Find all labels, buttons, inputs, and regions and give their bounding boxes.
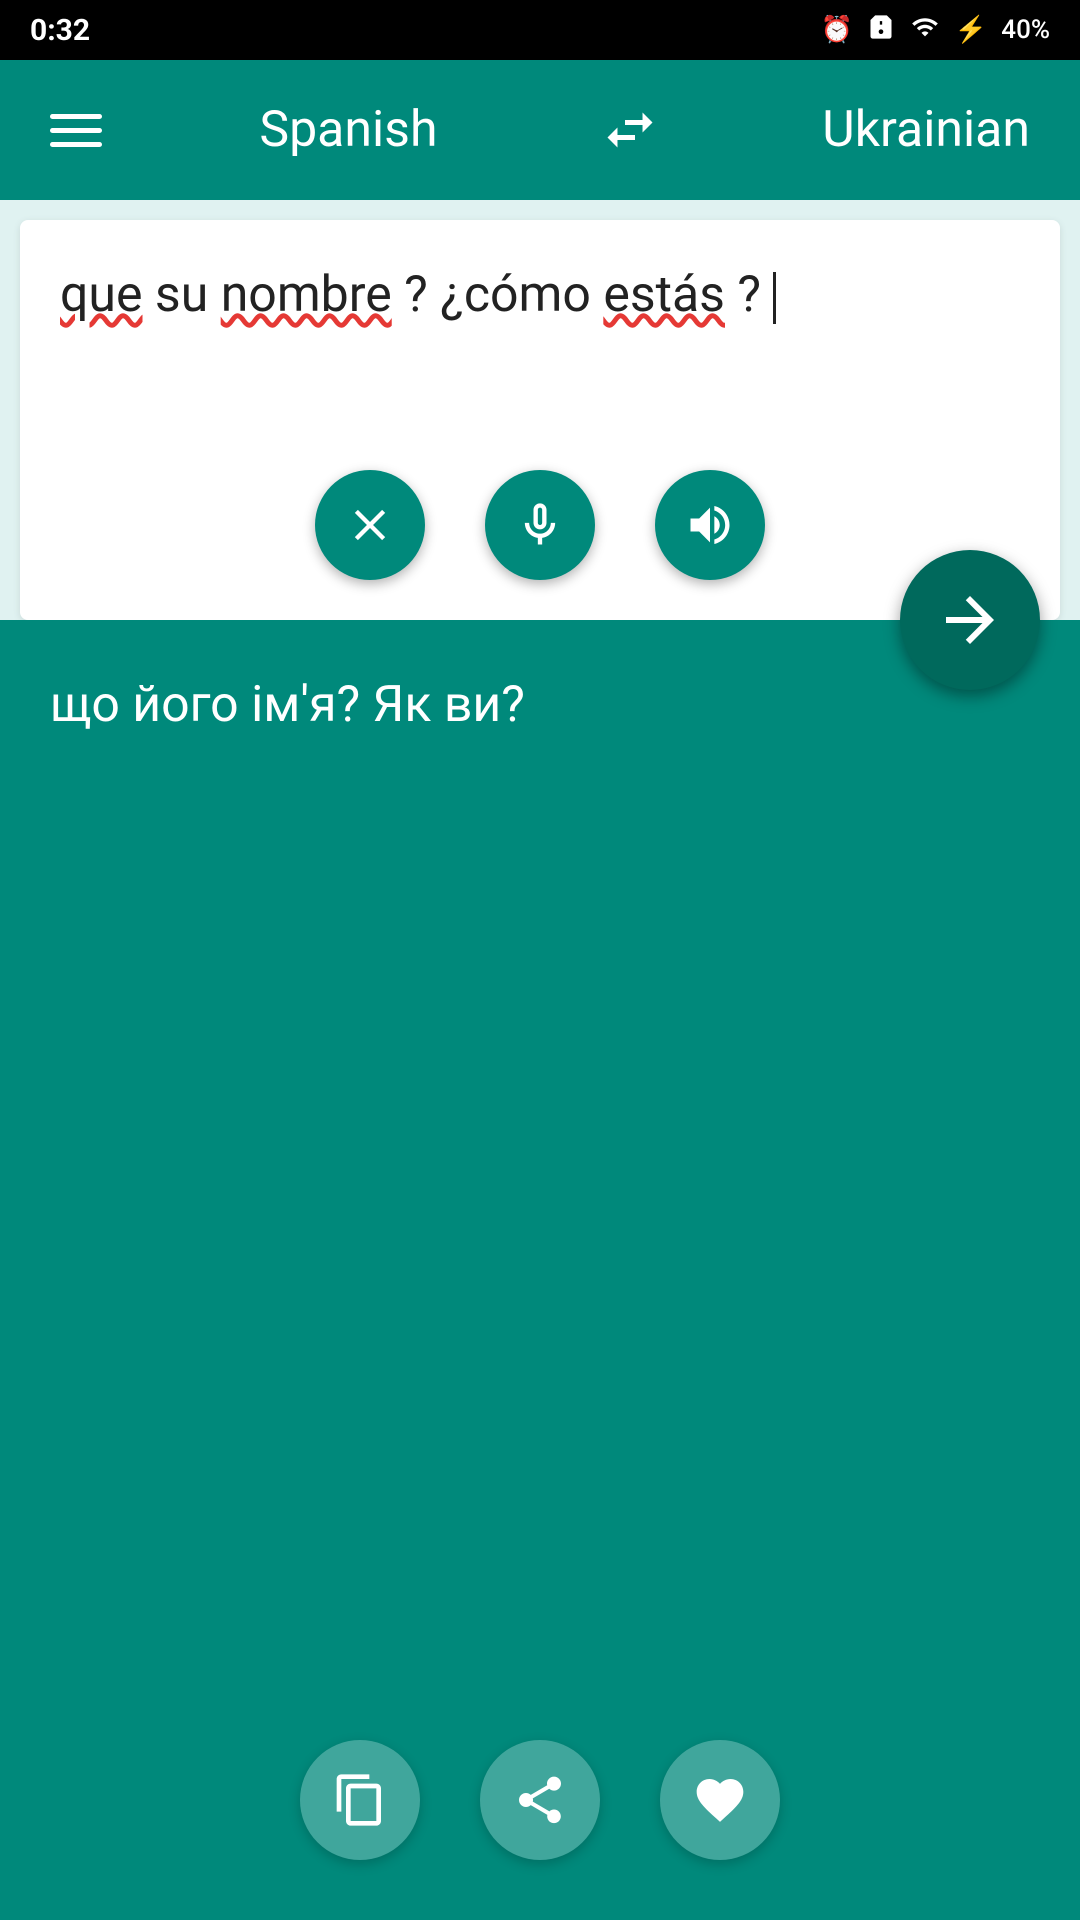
clear-button[interactable] [315, 470, 425, 580]
source-word-nombre: nombre [221, 266, 392, 324]
speak-button[interactable] [655, 470, 765, 580]
battery-level: 40% [1001, 15, 1050, 45]
source-word-su: su [155, 266, 221, 324]
source-word-q2: ? [737, 266, 761, 324]
target-language-selector[interactable]: Ukrainian [822, 101, 1030, 159]
source-word-estas: estás [603, 266, 725, 324]
copy-button[interactable] [300, 1740, 420, 1860]
target-panel: що його ім'я? Як ви? [0, 620, 1080, 1920]
text-cursor [773, 272, 776, 324]
signal-icon [909, 13, 941, 48]
sim-icon [867, 13, 895, 48]
status-time: 0:32 [30, 13, 90, 48]
favorite-button[interactable] [660, 1740, 780, 1860]
translate-button[interactable] [900, 550, 1040, 690]
share-button[interactable] [480, 1740, 600, 1860]
status-bar: 0:32 ⏰ ⚡ 40% [0, 0, 1080, 60]
source-language-selector[interactable]: Spanish [259, 101, 437, 159]
status-icons: ⏰ ⚡ 40% [821, 13, 1050, 48]
toolbar: Spanish Ukrainian [0, 60, 1080, 200]
swap-languages-button[interactable] [595, 100, 665, 160]
menu-button[interactable] [50, 114, 102, 147]
charging-icon: ⚡ [955, 15, 987, 45]
microphone-button[interactable] [485, 470, 595, 580]
target-text: що його ім'я? Як ви? [50, 670, 1030, 740]
source-word-que: que [60, 266, 143, 324]
source-panel: que su nombre ? ¿cómo estás ? [20, 220, 1060, 620]
source-panel-wrapper: que su nombre ? ¿cómo estás ? [0, 200, 1080, 620]
main-content: que su nombre ? ¿cómo estás ? [0, 200, 1080, 1920]
target-actions [0, 1740, 1080, 1860]
alarm-icon: ⏰ [821, 15, 853, 45]
source-word-q1: ? ¿cómo [404, 266, 603, 324]
source-actions [20, 470, 1060, 580]
source-text-area[interactable]: que su nombre ? ¿cómo estás ? [60, 260, 1020, 460]
